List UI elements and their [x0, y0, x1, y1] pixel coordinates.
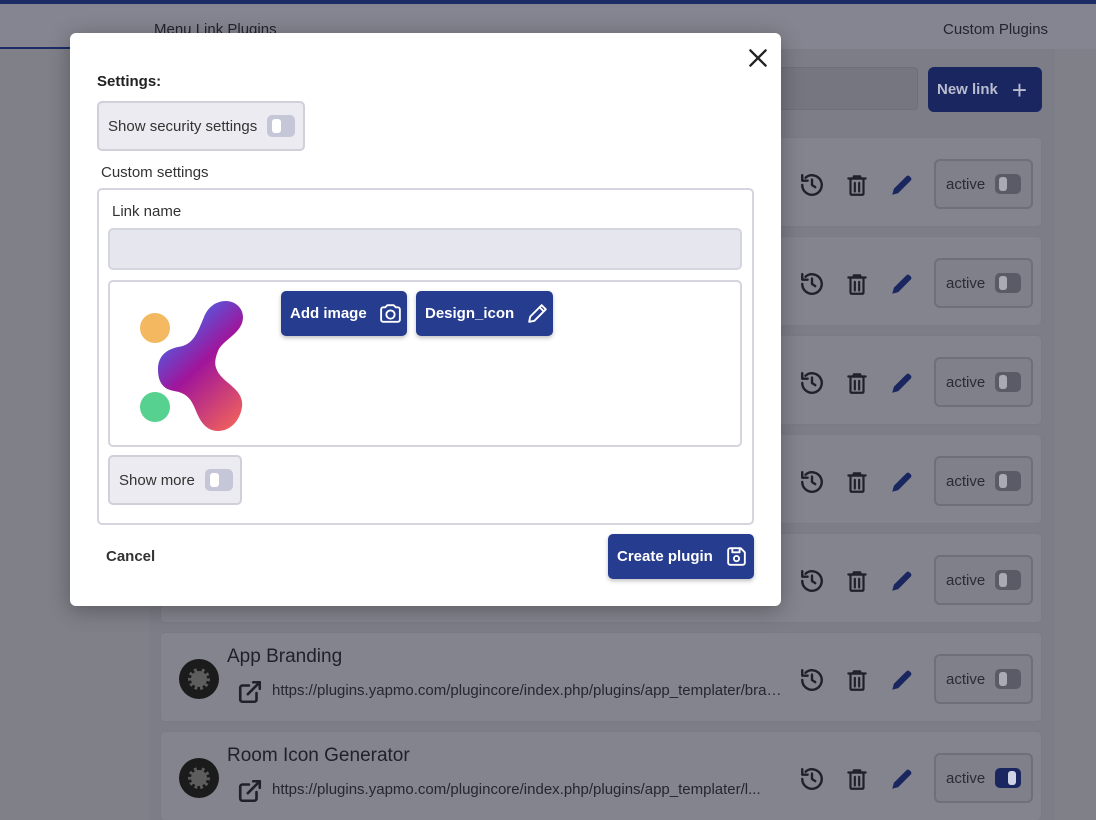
trash-icon[interactable]: [844, 667, 870, 693]
history-icon[interactable]: [799, 667, 825, 693]
trash-icon[interactable]: [844, 568, 870, 594]
status-toggle[interactable]: active: [934, 456, 1033, 506]
show-more-switch[interactable]: [204, 469, 233, 491]
active-switch[interactable]: [995, 174, 1022, 194]
new-link-button[interactable]: New link +: [928, 67, 1042, 112]
cancel-button[interactable]: Cancel: [106, 548, 155, 565]
security-switch[interactable]: [267, 115, 296, 137]
active-tab-indicator: [0, 47, 70, 49]
close-icon[interactable]: [745, 45, 771, 71]
external-link-icon[interactable]: [237, 778, 263, 804]
show-more-toggle[interactable]: Show more: [108, 455, 242, 505]
active-switch[interactable]: [995, 372, 1022, 392]
active-switch[interactable]: [995, 768, 1022, 788]
new-link-label: New link: [937, 81, 998, 98]
history-icon[interactable]: [799, 172, 825, 198]
status-toggle[interactable]: active: [934, 357, 1033, 407]
custom-settings-heading: Custom settings: [101, 164, 209, 181]
status-toggle[interactable]: active: [934, 555, 1033, 605]
status-label: active: [946, 571, 986, 589]
link-name-input[interactable]: [108, 228, 742, 270]
trash-icon[interactable]: [844, 271, 870, 297]
edit-icon[interactable]: [889, 469, 915, 495]
edit-icon[interactable]: [889, 271, 915, 297]
trash-icon[interactable]: [844, 766, 870, 792]
status-label: active: [946, 769, 986, 787]
active-switch[interactable]: [995, 471, 1022, 491]
status-label: active: [946, 274, 986, 292]
create-plugin-button[interactable]: Create plugin: [608, 534, 754, 579]
plugin-row: App Branding https://plugins.yapmo.com/p…: [160, 632, 1042, 722]
active-switch[interactable]: [995, 570, 1022, 590]
status-label: active: [946, 670, 986, 688]
external-link-icon[interactable]: [237, 679, 263, 705]
plugin-title: Room Icon Generator: [227, 745, 410, 766]
plugin-avatar-icon: [179, 659, 219, 699]
edit-icon[interactable]: [889, 568, 915, 594]
edit-icon[interactable]: [889, 172, 915, 198]
plugin-url: https://plugins.yapmo.com/plugincore/ind…: [272, 781, 761, 798]
search-input[interactable]: [780, 67, 918, 110]
edit-icon[interactable]: [889, 370, 915, 396]
link-name-label: Link name: [112, 203, 182, 220]
history-icon[interactable]: [799, 469, 825, 495]
design-icon-label: Design_icon: [425, 305, 515, 322]
create-plugin-modal: Settings: Show security settings Custom …: [70, 33, 781, 606]
security-toggle-label: Show security settings: [108, 117, 258, 135]
history-icon[interactable]: [799, 568, 825, 594]
trash-icon[interactable]: [844, 469, 870, 495]
active-switch[interactable]: [995, 669, 1022, 689]
settings-heading: Settings:: [97, 73, 162, 90]
add-image-label: Add image: [290, 305, 367, 322]
trash-icon[interactable]: [844, 172, 870, 198]
show-more-label: Show more: [119, 471, 195, 489]
history-icon[interactable]: [799, 271, 825, 297]
save-icon: [727, 547, 746, 566]
pencil-icon: [528, 304, 547, 323]
tab-custom-plugins[interactable]: Custom Plugins: [943, 21, 1048, 38]
create-plugin-label: Create plugin: [617, 548, 713, 565]
history-icon[interactable]: [799, 370, 825, 396]
plugin-logo-image: [140, 301, 243, 431]
plugin-avatar-icon: [179, 758, 219, 798]
trash-icon[interactable]: [844, 370, 870, 396]
edit-icon[interactable]: [889, 667, 915, 693]
status-toggle[interactable]: active: [934, 258, 1033, 308]
plugin-title: App Branding: [227, 646, 343, 667]
plugin-url: https://plugins.yapmo.com/plugincore/ind…: [272, 682, 786, 699]
security-settings-toggle[interactable]: Show security settings: [97, 101, 305, 151]
status-label: active: [946, 472, 986, 490]
edit-icon[interactable]: [889, 766, 915, 792]
design-icon-button[interactable]: Design_icon: [416, 291, 553, 336]
status-toggle[interactable]: active: [934, 654, 1033, 704]
active-switch[interactable]: [995, 273, 1022, 293]
plus-icon: +: [1011, 74, 1028, 105]
status-toggle[interactable]: active: [934, 159, 1033, 209]
status-label: active: [946, 373, 986, 391]
plugin-row: Room Icon Generator https://plugins.yapm…: [160, 731, 1042, 820]
camera-icon: [379, 304, 401, 323]
status-label: active: [946, 175, 986, 193]
add-image-button[interactable]: Add image: [281, 291, 407, 336]
status-toggle[interactable]: active: [934, 753, 1033, 803]
history-icon[interactable]: [799, 766, 825, 792]
